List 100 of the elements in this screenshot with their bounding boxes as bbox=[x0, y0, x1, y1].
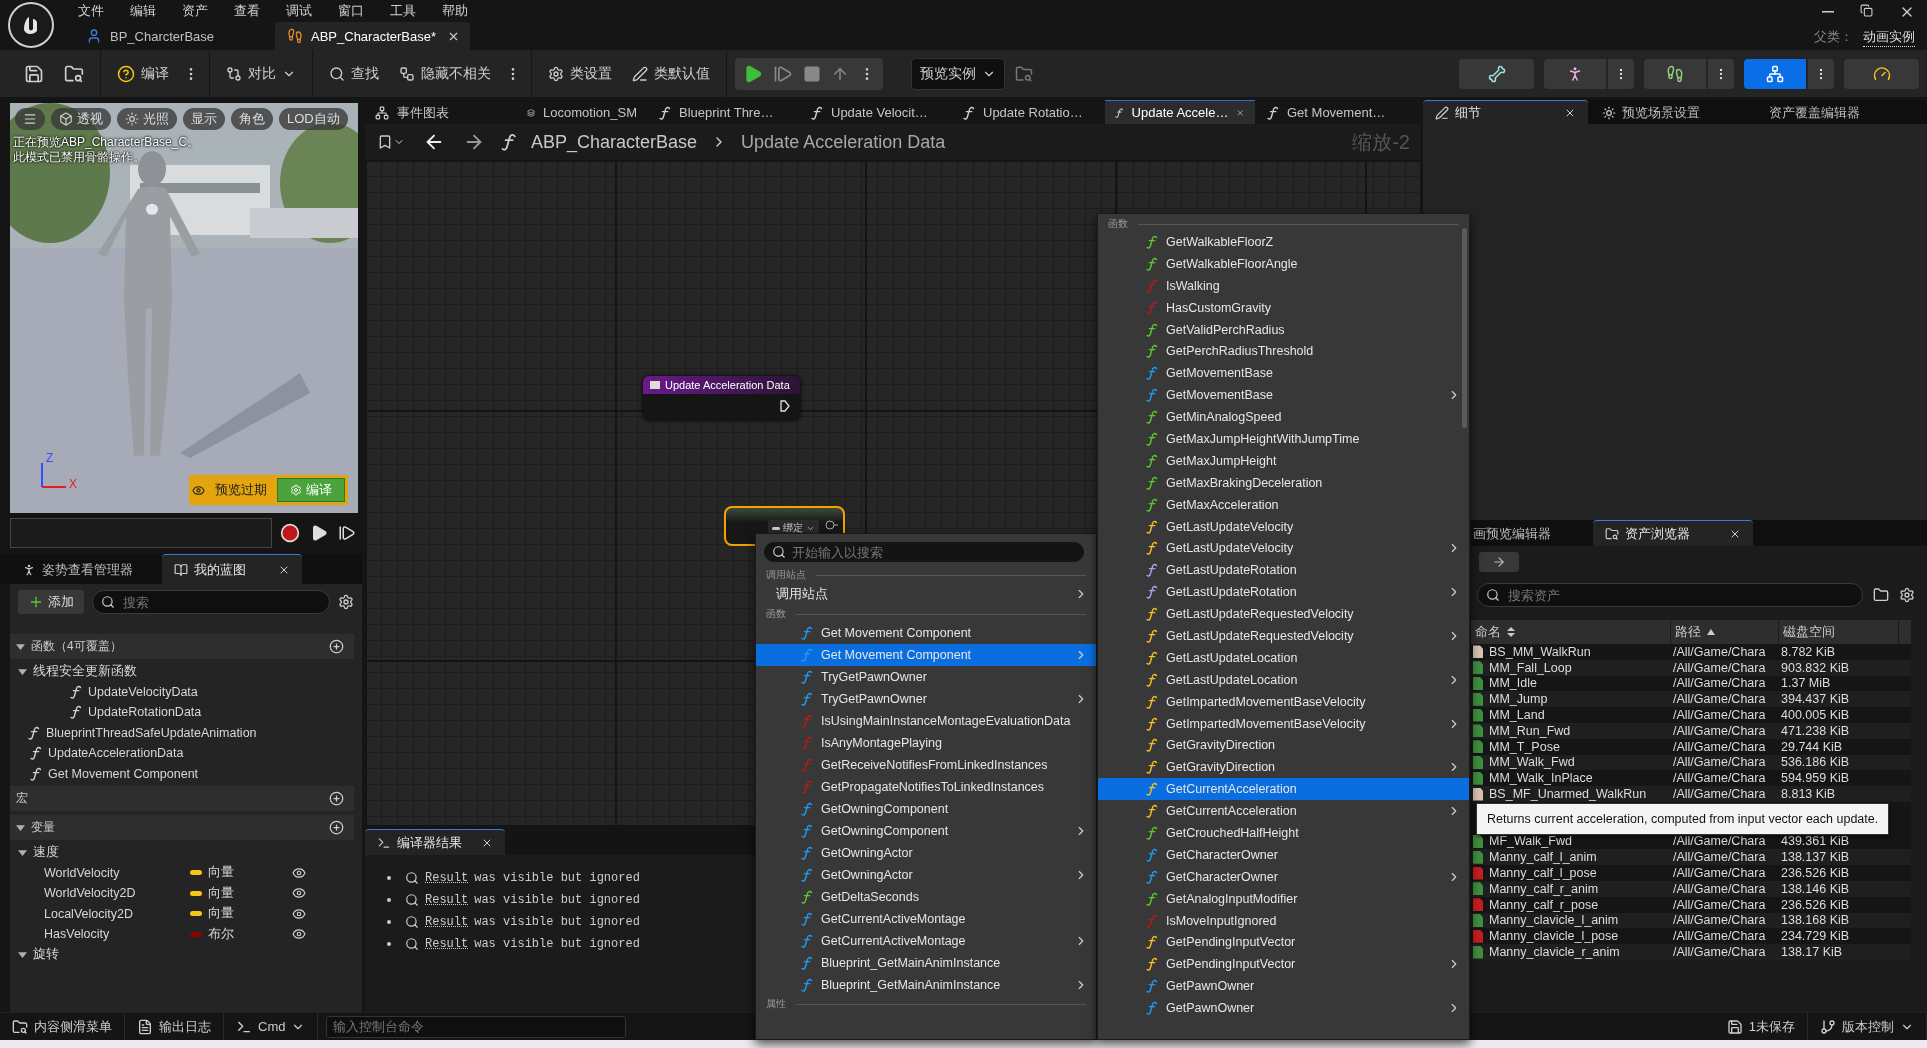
menu-item[interactable]: GetCurrentAcceleration bbox=[1098, 800, 1469, 823]
menu-item[interactable]: 查看 bbox=[234, 2, 260, 20]
collapse-arrow-icon[interactable] bbox=[18, 950, 27, 960]
menu-item[interactable]: GetPendingInputVector bbox=[1098, 953, 1469, 976]
menu-item[interactable]: IsUsingMainInstanceMontageEvaluationData bbox=[756, 710, 1096, 732]
document-tab[interactable]: BP_CharcterBase bbox=[66, 22, 271, 50]
panel-tab[interactable]: 编译器结果 bbox=[365, 829, 505, 855]
menu-item[interactable]: GetMinAnalogSpeed bbox=[1098, 406, 1469, 428]
menu-item[interactable]: GetWalkableFloorZ bbox=[1098, 231, 1469, 253]
graph-tab[interactable]: Get Movement… bbox=[1257, 100, 1407, 124]
menu-item[interactable]: GetMaxJumpHeightWithJumpTime bbox=[1098, 428, 1469, 450]
menu-item[interactable]: IsWalking bbox=[1098, 274, 1469, 297]
menu-item[interactable]: GetOwningActor bbox=[756, 864, 1096, 886]
menu-item[interactable]: GetWalkableFloorAngle bbox=[1098, 252, 1469, 275]
menu-item[interactable]: GetLastUpdateVelocity bbox=[1098, 537, 1469, 560]
menu-item[interactable]: GetPendingInputVector bbox=[1098, 931, 1469, 954]
menu-item[interactable]: GetReceiveNotifiesFromLinkedInstances bbox=[756, 754, 1096, 776]
panel-tab[interactable]: 资产覆盖编辑器 bbox=[1757, 100, 1922, 124]
menu-item[interactable]: IsAnyMontagePlaying bbox=[756, 732, 1096, 754]
menu-item[interactable]: GetCharacterOwner bbox=[1098, 843, 1469, 866]
result-link[interactable]: Result bbox=[425, 915, 469, 929]
menu-item[interactable]: GetMovementBase bbox=[1098, 362, 1469, 385]
result-link[interactable]: Result bbox=[425, 871, 469, 885]
tree-item[interactable]: UpdateAccelerationData bbox=[10, 743, 354, 764]
panel-tab[interactable]: 画预览编辑器 bbox=[1471, 520, 1591, 546]
panel-tab[interactable]: 我的蓝图 bbox=[162, 554, 302, 584]
collapse-arrow-icon[interactable] bbox=[18, 847, 27, 857]
add-button[interactable]: 添加 bbox=[18, 590, 84, 614]
panel-tab[interactable]: 姿势查看管理器 bbox=[10, 554, 160, 584]
toolbar-button[interactable]: 对比 bbox=[218, 56, 304, 91]
console-field[interactable]: 输入控制台命令 bbox=[326, 1015, 627, 1038]
menu-item[interactable]: IsMoveInputIgnored bbox=[1098, 909, 1469, 932]
toolbar-button[interactable]: 编译 bbox=[109, 56, 177, 91]
menu-item[interactable]: HasCustomGravity bbox=[1098, 296, 1469, 319]
menu-item[interactable]: GetLastUpdateRequestedVelocity bbox=[1098, 603, 1469, 626]
panel-tab[interactable]: 预览场景设置 bbox=[1590, 100, 1755, 124]
toolbar-button[interactable]: 隐藏不相关 bbox=[391, 56, 499, 91]
menu-item[interactable]: Blueprint_GetMainAnimInstance bbox=[756, 974, 1096, 996]
forward-button[interactable] bbox=[1479, 552, 1519, 572]
menu-item[interactable]: 帮助 bbox=[442, 2, 468, 20]
menu-item[interactable]: 编辑 bbox=[130, 2, 156, 20]
tree-item[interactable]: UpdateVelocityData bbox=[10, 681, 354, 702]
panel-tab[interactable]: 资产浏览器 bbox=[1593, 520, 1753, 546]
variable-row[interactable]: WorldVelocity 向量 bbox=[10, 862, 354, 883]
result-link[interactable]: Result bbox=[425, 893, 469, 907]
record-button[interactable] bbox=[278, 521, 302, 545]
menu-item[interactable]: Get Movement Component bbox=[756, 622, 1096, 644]
function-entry-node[interactable]: Update Acceleration Data bbox=[643, 376, 800, 420]
menu-item[interactable]: GetImpartedMovementBaseVelocity bbox=[1098, 690, 1469, 713]
search-field[interactable]: 搜索资产 bbox=[1477, 583, 1863, 607]
tree-category[interactable]: 线程安全更新函数 bbox=[10, 661, 354, 682]
menu-item[interactable]: 工具 bbox=[390, 2, 416, 20]
menu-item[interactable]: Blueprint_GetMainAnimInstance bbox=[756, 952, 1096, 974]
toolbar-button[interactable]: 查找 bbox=[321, 56, 387, 91]
search-field[interactable]: 搜索 bbox=[92, 590, 330, 614]
viewport-button[interactable]: LOD自动 bbox=[279, 108, 348, 130]
panel-tab[interactable]: 细节 bbox=[1423, 100, 1588, 124]
menu-item[interactable]: GetCharacterOwner bbox=[1098, 865, 1469, 888]
menu-item[interactable]: GetCurrentActiveMontage bbox=[756, 908, 1096, 930]
menu-item[interactable]: GetMovementBase bbox=[1098, 384, 1469, 407]
tree-category[interactable]: 速度 bbox=[10, 842, 354, 863]
menu-item[interactable]: Get Movement Component bbox=[756, 644, 1096, 666]
scrollbar-thumb[interactable] bbox=[1462, 228, 1467, 428]
graph-tab[interactable]: Blueprint Thre… bbox=[649, 100, 799, 124]
variable-row[interactable]: HasVelocity 布尔 bbox=[10, 924, 354, 945]
search-field[interactable]: 开始输入以搜索 bbox=[764, 542, 1084, 562]
menu-item[interactable]: GetGravityDirection bbox=[1098, 756, 1469, 779]
viewport-button[interactable]: 光照 bbox=[117, 108, 177, 130]
tree-item[interactable]: BlueprintThreadSafeUpdateAnimation bbox=[10, 722, 354, 743]
graph-tab[interactable]: Update Velocit… bbox=[801, 100, 951, 124]
menu-item[interactable]: GetPerchRadiusThreshold bbox=[1098, 340, 1469, 363]
breadcrumb-item[interactable]: ABP_CharacterBase bbox=[531, 131, 698, 153]
mode-button[interactable] bbox=[1644, 58, 1706, 89]
menu-item[interactable]: 资产 bbox=[182, 2, 208, 20]
minimize-icon[interactable] bbox=[1822, 11, 1834, 13]
menu-item[interactable]: GetLastUpdateLocation bbox=[1098, 646, 1469, 669]
viewport-button[interactable]: 角色 bbox=[231, 108, 273, 130]
menu-item[interactable]: TryGetPawnOwner bbox=[756, 666, 1096, 688]
menu-item[interactable]: GetLastUpdateRotation bbox=[1098, 581, 1469, 604]
menu-item[interactable]: 调用站点 bbox=[756, 582, 1096, 606]
collapse-arrow-icon[interactable] bbox=[16, 642, 25, 651]
menu-item[interactable]: GetCurrentAcceleration bbox=[1098, 778, 1469, 801]
menu-item[interactable]: GetOwningComponent bbox=[756, 798, 1096, 820]
menu-item[interactable]: GetPropagateNotifiesToLinkedInstances bbox=[756, 776, 1096, 798]
menu-item[interactable]: GetPawnOwner bbox=[1098, 975, 1469, 998]
menu-item[interactable]: GetImpartedMovementBaseVelocity bbox=[1098, 712, 1469, 735]
tree-category[interactable]: 旋转 bbox=[10, 944, 354, 965]
menu-item[interactable]: GetGravityDirection bbox=[1098, 734, 1469, 757]
menu-item[interactable]: GetCrouchedHalfHeight bbox=[1098, 822, 1469, 844]
menu-item[interactable]: GetLastUpdateVelocity bbox=[1098, 515, 1469, 538]
viewport-button[interactable] bbox=[15, 108, 45, 130]
menu-item[interactable]: GetPawnOwner bbox=[1098, 997, 1469, 1020]
tree-item[interactable]: UpdateRotationData bbox=[10, 702, 354, 723]
menu-item[interactable]: GetLastUpdateLocation bbox=[1098, 668, 1469, 691]
graph-tab[interactable]: Update Rotatio… bbox=[953, 100, 1103, 124]
variable-row[interactable]: LocalVelocity2D 向量 bbox=[10, 903, 354, 924]
menu-item[interactable]: GetOwningComponent bbox=[756, 820, 1096, 842]
app-logo[interactable] bbox=[8, 2, 54, 48]
menu-item[interactable]: TryGetPawnOwner bbox=[756, 688, 1096, 710]
menu-item[interactable]: GetLastUpdateRequestedVelocity bbox=[1098, 625, 1469, 647]
